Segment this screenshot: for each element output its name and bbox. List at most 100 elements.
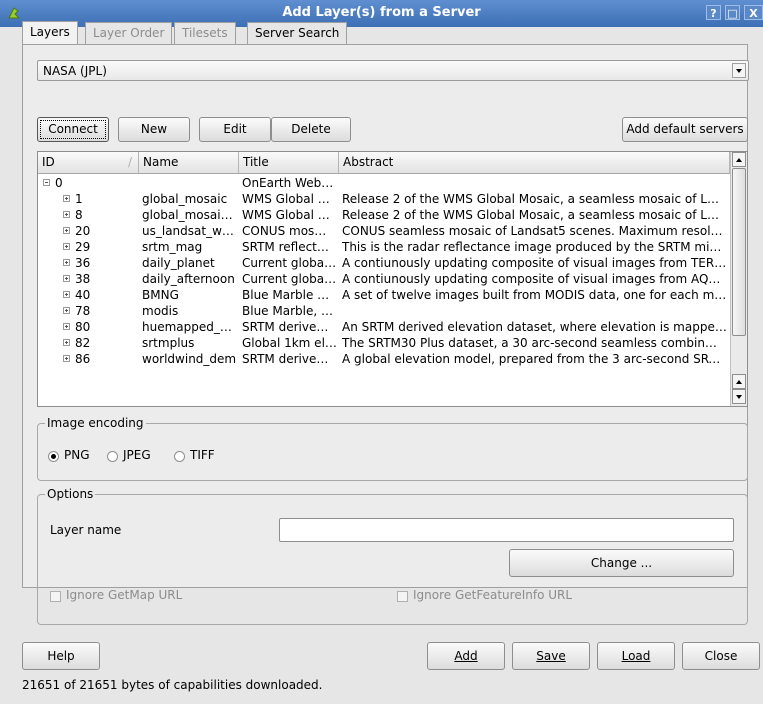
row-abstract: An SRTM derived elevation dataset, where… bbox=[342, 320, 727, 334]
row-id: 8 bbox=[75, 208, 83, 222]
connect-button[interactable]: Connect bbox=[37, 117, 109, 142]
column-header-title-label: Title bbox=[243, 155, 269, 169]
expand-icon[interactable] bbox=[63, 355, 70, 362]
row-name: BMNG bbox=[142, 288, 179, 302]
radio-jpeg[interactable] bbox=[107, 451, 118, 462]
expand-icon[interactable] bbox=[63, 227, 70, 234]
row-title: CONUS mos… bbox=[242, 224, 327, 238]
table-row[interactable]: 20 us_landsat_w… CONUS mos… CONUS seamle… bbox=[38, 223, 729, 239]
chevron-down-icon[interactable] bbox=[732, 63, 746, 78]
help-button[interactable]: Help bbox=[22, 642, 100, 670]
server-select-value: NASA (JPL) bbox=[43, 64, 107, 78]
expand-icon[interactable] bbox=[63, 243, 70, 250]
radio-jpeg-label: JPEG bbox=[123, 448, 151, 462]
table-row[interactable]: 82 srtmplus Global 1km el… The SRTM30 Pl… bbox=[38, 335, 729, 351]
table-row[interactable]: 78 modis Blue Marble, … bbox=[38, 303, 729, 319]
sort-indicator-icon: / bbox=[127, 155, 132, 169]
column-header-abstract-label: Abstract bbox=[343, 155, 394, 169]
row-abstract: A set of twelve images built from MODIS … bbox=[342, 288, 727, 302]
table-row[interactable]: 29 srtm_mag SRTM reflect… This is the ra… bbox=[38, 239, 729, 255]
expand-icon[interactable] bbox=[63, 291, 70, 298]
ignore-getmap-checkbox[interactable] bbox=[50, 591, 61, 602]
change-button[interactable]: Change ... bbox=[509, 549, 734, 577]
table-row[interactable]: 0 OnEarth Web… bbox=[38, 175, 729, 191]
delete-button-label: Delete bbox=[291, 122, 331, 136]
row-title: SRTM derive… bbox=[242, 352, 329, 366]
maximize-icon[interactable]: □ bbox=[725, 5, 740, 20]
tab-tilesets[interactable]: Tilesets bbox=[174, 22, 236, 44]
scroll-up-icon[interactable] bbox=[732, 152, 746, 167]
row-abstract: A contiunously updating composite of vis… bbox=[342, 256, 727, 270]
load-button[interactable]: Load bbox=[597, 642, 675, 670]
column-header-title[interactable]: Title bbox=[239, 152, 339, 174]
row-id: 29 bbox=[75, 240, 91, 254]
help-icon[interactable]: ? bbox=[706, 5, 721, 20]
delete-button[interactable]: Delete bbox=[271, 117, 351, 142]
row-title: SRTM reflect… bbox=[242, 240, 329, 254]
row-id: 1 bbox=[75, 192, 83, 206]
radio-png[interactable] bbox=[48, 451, 59, 462]
new-button[interactable]: New bbox=[118, 117, 190, 142]
scroll-up-icon[interactable] bbox=[732, 374, 746, 389]
row-name: global_mosaic bbox=[142, 192, 228, 206]
close-icon[interactable]: X bbox=[744, 5, 763, 20]
layer-name-label: Layer name bbox=[50, 523, 122, 537]
edit-button-label: Edit bbox=[223, 122, 247, 136]
row-title: Current global… bbox=[242, 272, 337, 286]
close-button[interactable]: Close bbox=[682, 642, 760, 670]
scrollbar-thumb[interactable] bbox=[732, 168, 746, 336]
new-button-label: New bbox=[140, 122, 168, 136]
row-name: srtmplus bbox=[142, 336, 195, 350]
table-row[interactable]: 80 huemapped_… SRTM derive… An SRTM deri… bbox=[38, 319, 729, 335]
expand-icon[interactable] bbox=[63, 323, 70, 330]
ignore-getfeatureinfo-label: Ignore GetFeatureInfo URL bbox=[413, 588, 573, 602]
server-select[interactable]: NASA (JPL) bbox=[37, 60, 749, 81]
radio-tiff-label: TIFF bbox=[190, 448, 215, 462]
table-row[interactable]: 86 worldwind_dem SRTM derive… A global e… bbox=[38, 351, 729, 367]
table-row[interactable]: 40 BMNG Blue Marble … A set of twelve im… bbox=[38, 287, 729, 303]
expand-icon[interactable] bbox=[63, 259, 70, 266]
row-title: Blue Marble … bbox=[242, 288, 330, 302]
save-button[interactable]: Save bbox=[512, 642, 590, 670]
row-title: WMS Global … bbox=[242, 192, 330, 206]
image-encoding-title: Image encoding bbox=[45, 416, 146, 430]
table-row[interactable]: 38 daily_afternoon Current global… A con… bbox=[38, 271, 729, 287]
scroll-down-icon[interactable] bbox=[732, 389, 746, 404]
column-header-abstract[interactable]: Abstract bbox=[339, 152, 730, 174]
expand-icon[interactable] bbox=[63, 195, 70, 202]
change-button-label: Change ... bbox=[590, 556, 653, 570]
layer-name-input[interactable] bbox=[279, 518, 734, 542]
edit-button[interactable]: Edit bbox=[199, 117, 271, 142]
row-id: 36 bbox=[75, 256, 91, 270]
tab-server-search[interactable]: Server Search bbox=[247, 22, 348, 44]
radio-tiff[interactable] bbox=[174, 451, 185, 462]
table-row[interactable]: 8 global_mosai… WMS Global … Release 2 o… bbox=[38, 207, 729, 223]
radio-png-label: PNG bbox=[64, 448, 90, 462]
options-title: Options bbox=[45, 487, 96, 501]
ignore-getfeatureinfo-checkbox[interactable] bbox=[397, 591, 408, 602]
row-abstract: The SRTM30 Plus dataset, a 30 arc-second… bbox=[342, 336, 717, 350]
row-title: Current global… bbox=[242, 256, 337, 270]
row-name: srtm_mag bbox=[142, 240, 203, 254]
tab-layer-order[interactable]: Layer Order bbox=[85, 22, 173, 44]
row-title: Global 1km el… bbox=[242, 336, 337, 350]
row-abstract: CONUS seamless mosaic of Landsat5 scenes… bbox=[342, 224, 723, 238]
expand-icon[interactable] bbox=[63, 275, 70, 282]
expand-icon[interactable] bbox=[63, 339, 70, 346]
column-header-id-label: ID bbox=[42, 155, 55, 169]
save-button-label: Save bbox=[536, 649, 566, 663]
table-row[interactable]: 36 daily_planet Current global… A contiu… bbox=[38, 255, 729, 271]
row-abstract: A global elevation model, prepared from … bbox=[342, 352, 727, 366]
vertical-scrollbar[interactable] bbox=[730, 152, 747, 406]
expand-icon[interactable] bbox=[63, 307, 70, 314]
tab-layers[interactable]: Layers bbox=[22, 21, 78, 45]
layer-table[interactable]: ID / Name Title Abstract 0 OnEarth Web… … bbox=[37, 151, 748, 407]
column-header-name[interactable]: Name bbox=[139, 152, 239, 174]
load-button-label: Load bbox=[621, 649, 651, 663]
add-default-servers-button[interactable]: Add default servers bbox=[622, 117, 748, 142]
add-button[interactable]: Add bbox=[427, 642, 505, 670]
column-header-id[interactable]: ID / bbox=[38, 152, 139, 174]
expand-icon[interactable] bbox=[63, 211, 70, 218]
table-row[interactable]: 1 global_mosaic WMS Global … Release 2 o… bbox=[38, 191, 729, 207]
collapse-icon[interactable] bbox=[43, 179, 50, 186]
